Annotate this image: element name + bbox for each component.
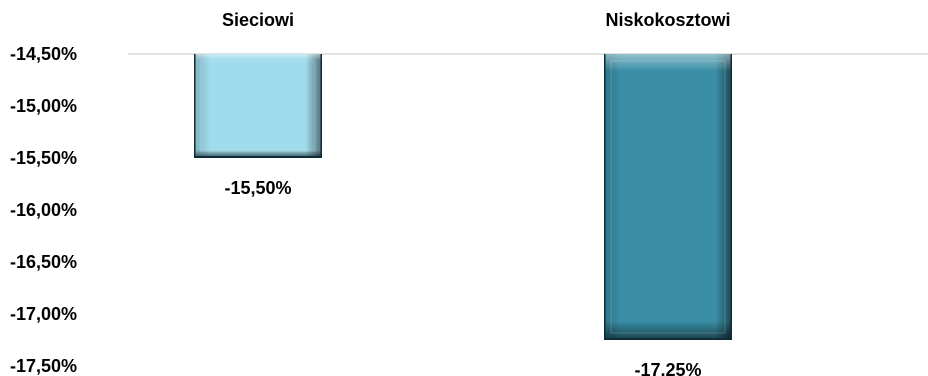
data-label: -17,25% xyxy=(634,360,701,376)
bar-shade-vertical xyxy=(195,54,321,156)
category-label: Niskokosztowi xyxy=(605,10,730,30)
y-tick-label: -15,00% xyxy=(10,96,77,116)
y-tick-label: -17,00% xyxy=(10,304,77,324)
bar-2 xyxy=(604,54,732,340)
y-tick-label: -16,00% xyxy=(10,200,77,220)
bar-shade-vertical xyxy=(605,54,731,338)
bar-1 xyxy=(194,54,322,158)
y-tick-label: -16,50% xyxy=(10,252,77,272)
y-tick-label: -17,50% xyxy=(10,356,77,376)
bar-chart: -14,50% -15,00% -15,50% -16,00% -16,50% -17,0… xyxy=(10,10,928,376)
y-tick-label: -14,50% xyxy=(10,44,77,64)
category-label: Sieciowi xyxy=(222,10,294,30)
data-label: -15,50% xyxy=(224,178,291,198)
y-tick-label: -15,50% xyxy=(10,148,77,168)
